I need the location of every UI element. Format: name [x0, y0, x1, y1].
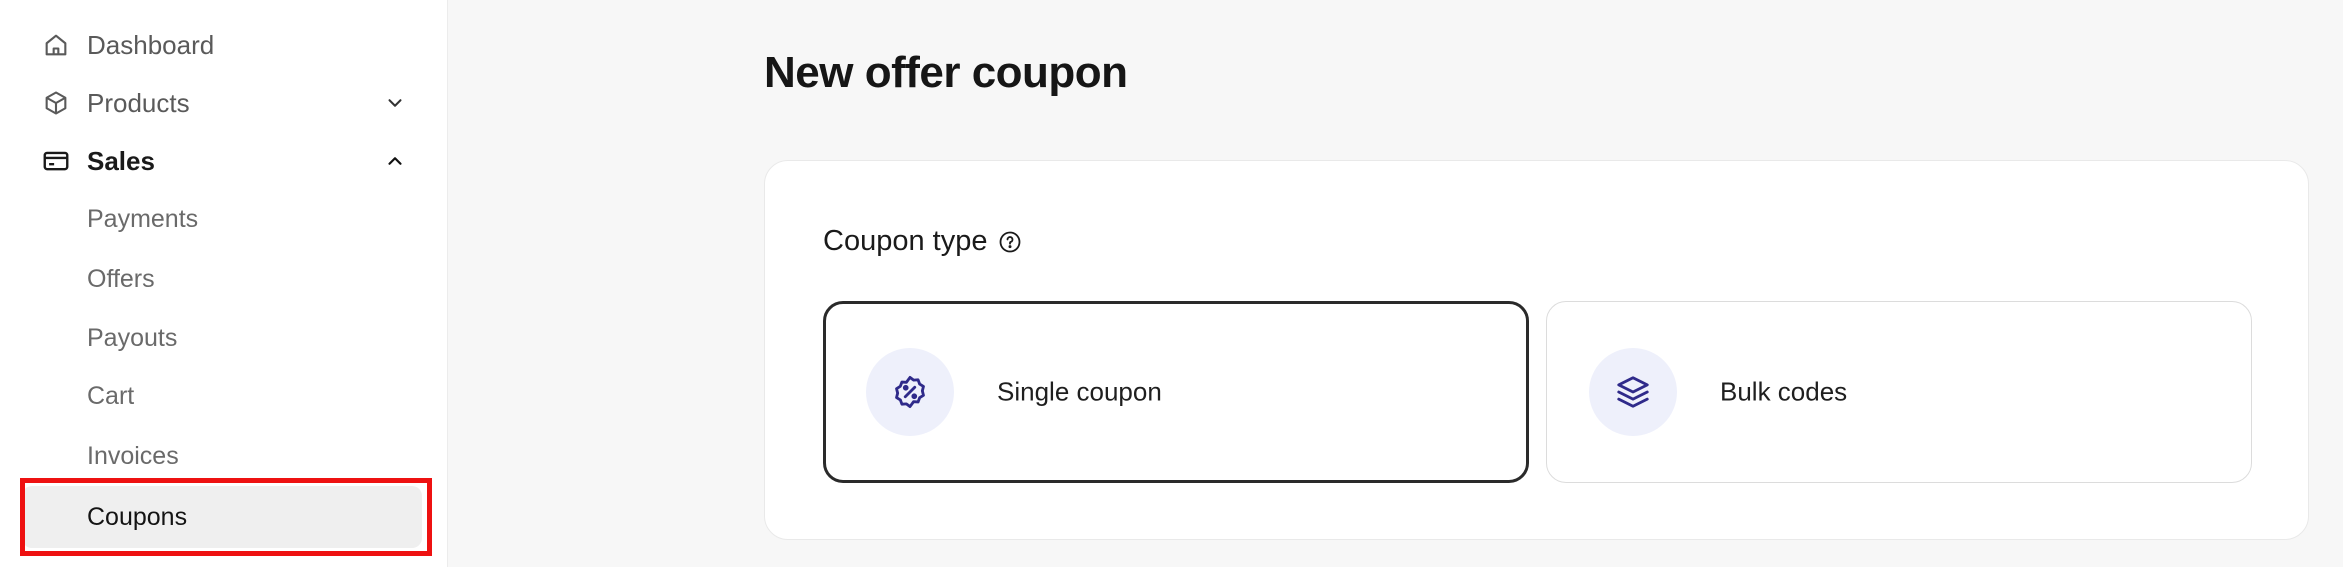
sidebar-item-label: Products	[87, 87, 190, 118]
sidebar: Dashboard Products Sales Payments Offers…	[0, 0, 448, 567]
coupon-option-single[interactable]: Single coupon	[823, 301, 1529, 483]
sidebar-subitem-label: Payouts	[87, 323, 178, 352]
home-icon	[40, 29, 72, 61]
box-icon	[40, 87, 72, 119]
sidebar-subitem-label: Coupons	[87, 502, 188, 531]
sidebar-item-label: Sales	[87, 145, 155, 176]
chevron-down-icon[interactable]	[380, 88, 410, 118]
sidebar-subitem-coupons[interactable]: Coupons	[22, 486, 422, 548]
sidebar-subitem-label: Offers	[87, 264, 155, 293]
coupon-type-heading: Coupon type	[823, 225, 988, 257]
sidebar-subitem-cart[interactable]: Cart	[22, 367, 422, 425]
sidebar-subitem-label: Payments	[87, 204, 199, 233]
coupon-option-bulk[interactable]: Bulk codes	[1546, 301, 2252, 483]
page-title: New offer coupon	[764, 48, 1128, 97]
sidebar-item-dashboard[interactable]: Dashboard	[22, 20, 422, 70]
coupon-type-card: Coupon type Single coupon Bulk codes	[764, 160, 2309, 540]
sidebar-subitem-label: Invoices	[87, 441, 179, 470]
credit-card-icon	[40, 145, 72, 177]
section-title: Coupon type	[823, 225, 1023, 258]
sidebar-subitem-invoices[interactable]: Invoices	[22, 427, 422, 485]
help-circle-icon[interactable]	[997, 229, 1023, 255]
app: Dashboard Products Sales Payments Offers…	[0, 0, 2343, 567]
layers-icon	[1589, 348, 1677, 436]
discount-badge-icon	[866, 348, 954, 436]
sidebar-subitem-payments[interactable]: Payments	[22, 190, 422, 248]
sidebar-subitem-offers[interactable]: Offers	[22, 250, 422, 308]
sidebar-subitem-payouts[interactable]: Payouts	[22, 309, 422, 367]
sidebar-item-label: Dashboard	[87, 29, 215, 60]
option-label: Bulk codes	[1720, 376, 1848, 407]
sidebar-item-sales[interactable]: Sales	[22, 136, 422, 186]
sidebar-subitem-label: Cart	[87, 381, 135, 410]
chevron-up-icon[interactable]	[380, 146, 410, 176]
sidebar-item-products[interactable]: Products	[22, 78, 422, 128]
option-label: Single coupon	[997, 376, 1162, 407]
